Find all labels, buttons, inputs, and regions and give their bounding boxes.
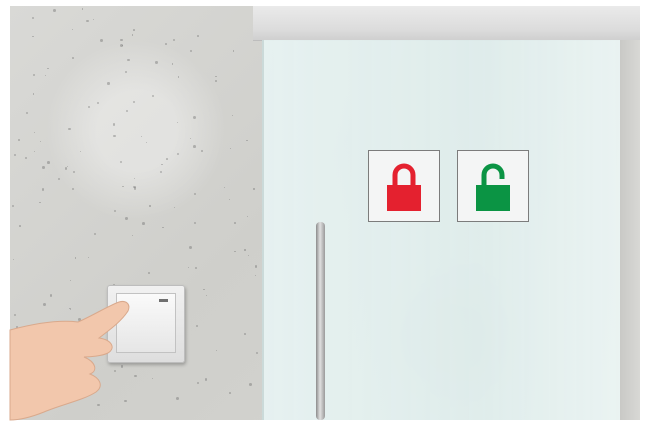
photo-scene — [0, 0, 645, 423]
hand-pressing-button — [9, 301, 130, 421]
